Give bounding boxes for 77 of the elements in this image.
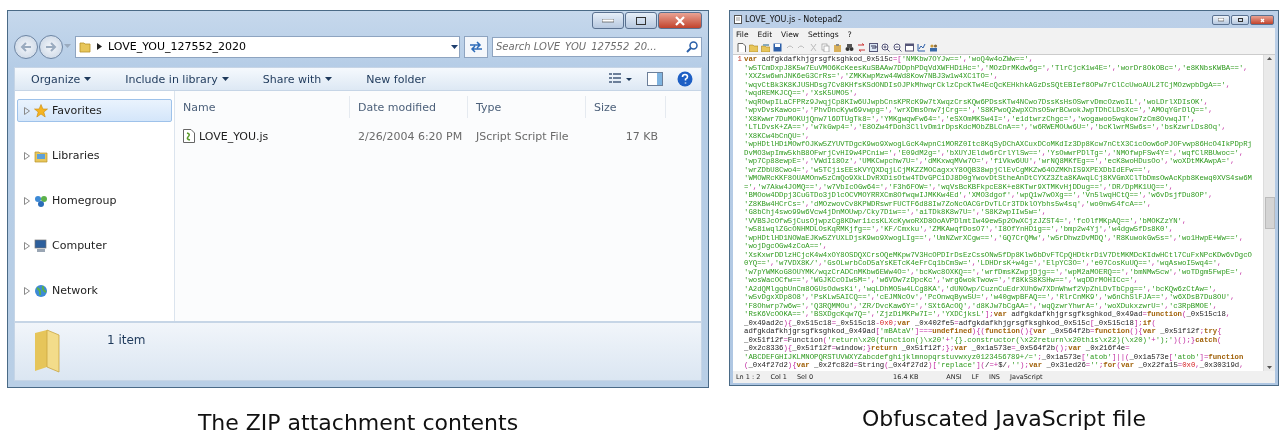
window-icon[interactable] xyxy=(905,43,914,52)
minimize-icon xyxy=(1218,18,1224,22)
minimize-icon xyxy=(602,18,614,23)
maximize-icon xyxy=(636,16,646,25)
expand-arrow-icon xyxy=(24,151,30,160)
search-field[interactable]: Search LOVE_YOU_127552_20... xyxy=(492,36,702,57)
minimize-button[interactable] xyxy=(592,12,624,29)
refresh-arrows-icon xyxy=(469,40,483,53)
toolbar-button[interactable]: Organize xyxy=(29,70,94,88)
window-title: LOVE_YOU.js - Notepad2 xyxy=(745,15,843,24)
back-button[interactable] xyxy=(14,34,38,59)
notepad-icon xyxy=(734,15,742,24)
computer-icon xyxy=(34,238,48,253)
search-icon xyxy=(686,40,698,53)
close-button[interactable] xyxy=(1250,15,1274,25)
column-header[interactable]: Type xyxy=(468,96,586,119)
up-arrow-icon xyxy=(1267,57,1272,60)
close-icon xyxy=(1259,17,1265,23)
column-header[interactable]: Size xyxy=(586,96,666,119)
maximize-button[interactable] xyxy=(1231,15,1249,25)
nav-item[interactable]: Libraries xyxy=(17,144,172,168)
folders-icon[interactable] xyxy=(761,43,770,52)
figure-caption: Obfuscated JavaScript file xyxy=(862,406,1146,431)
replace-icon[interactable] xyxy=(857,43,866,52)
toolbar-button[interactable]: Include in library xyxy=(123,70,231,88)
word-wrap-icon[interactable] xyxy=(869,43,878,52)
paste-icon[interactable] xyxy=(833,43,842,52)
nav-item[interactable]: Favorites xyxy=(17,99,172,123)
back-arrow-icon xyxy=(20,41,32,52)
network-icon xyxy=(34,283,48,298)
chevron-icon xyxy=(97,43,102,51)
help-icon[interactable] xyxy=(677,71,693,88)
expand-arrow-icon xyxy=(24,106,30,115)
zoom-in-icon[interactable] xyxy=(881,43,890,52)
new-file-icon[interactable] xyxy=(737,43,746,52)
nav-item[interactable]: Homegroup xyxy=(17,189,172,213)
folder-icon xyxy=(79,40,91,53)
toolbar-button[interactable]: Share with xyxy=(260,70,335,88)
nav-item[interactable]: Computer xyxy=(17,234,172,258)
expand-arrow-icon xyxy=(24,286,30,295)
script-file-icon xyxy=(183,129,195,144)
chart-icon[interactable] xyxy=(917,43,926,52)
expand-arrow-icon xyxy=(24,241,30,250)
expand-arrow-icon xyxy=(24,196,30,205)
minimize-button[interactable] xyxy=(1212,15,1230,25)
scrollbar[interactable] xyxy=(1263,55,1275,371)
file-name[interactable]: LOVE_YOU.js xyxy=(199,129,269,143)
preview-pane-icon[interactable] xyxy=(647,72,663,87)
open-folder-icon[interactable] xyxy=(749,43,758,52)
forward-arrow-icon xyxy=(45,41,57,52)
address-path: LOVE_YOU_127552_2020 xyxy=(108,40,247,54)
item-count: 1 item xyxy=(107,333,146,348)
refresh-button[interactable] xyxy=(464,35,488,58)
nav-item[interactable]: Network xyxy=(17,279,172,303)
close-icon xyxy=(675,15,685,26)
file-size: 17 KB xyxy=(624,129,659,143)
forward-button[interactable] xyxy=(39,34,63,59)
star-icon xyxy=(34,103,48,118)
scrollbar-thumb[interactable] xyxy=(1264,197,1275,229)
zoom-out-icon[interactable] xyxy=(893,43,902,52)
column-header[interactable]: Date modified xyxy=(350,96,468,119)
save-icon[interactable] xyxy=(773,43,782,52)
file-date: 2/26/2004 6:20 PM xyxy=(357,129,464,143)
figure-caption: The ZIP attachment contents xyxy=(197,410,519,435)
people-icon[interactable] xyxy=(929,43,938,52)
toolbar-button[interactable]: New folder xyxy=(364,70,428,88)
binoculars-icon[interactable] xyxy=(845,43,854,52)
maximize-button[interactable] xyxy=(625,12,657,29)
down-arrow-icon xyxy=(1267,366,1272,369)
file-type: JScript Script File xyxy=(474,129,570,143)
address-bar[interactable]: LOVE_YOU_127552_2020 xyxy=(75,35,460,58)
maximize-icon xyxy=(1237,18,1243,22)
library-icon xyxy=(34,148,48,163)
column-header[interactable]: Name xyxy=(175,96,350,119)
homegroup-icon xyxy=(34,193,48,208)
close-button[interactable] xyxy=(658,12,702,29)
dropdown-arrow-icon[interactable] xyxy=(450,43,459,50)
